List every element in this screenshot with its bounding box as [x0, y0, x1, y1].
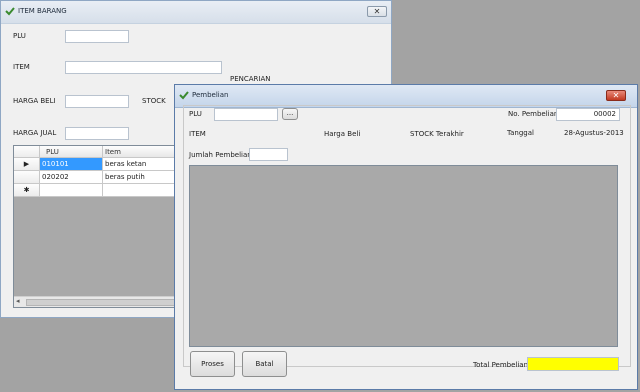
batal-button[interactable]: Batal — [242, 351, 287, 377]
row-header[interactable] — [14, 171, 40, 184]
close-icon[interactable]: ✕ — [367, 6, 387, 17]
tanggal-label: Tanggal — [507, 129, 534, 137]
total-pembelian-field[interactable] — [527, 357, 619, 371]
item-label: ITEM — [189, 130, 206, 138]
app-icon — [179, 91, 189, 100]
plu-label: PLU — [189, 110, 202, 118]
close-icon[interactable]: ✕ — [606, 90, 626, 101]
window-title: ITEM BARANG — [18, 7, 67, 15]
column-header-item[interactable]: Item — [103, 146, 183, 158]
no-pembelian-input[interactable]: 00002 — [556, 108, 620, 121]
scroll-left-icon[interactable]: ◂ — [16, 297, 20, 305]
new-row-indicator[interactable]: ✱ — [14, 184, 40, 197]
total-pembelian-label: Total Pembelian — [473, 361, 529, 369]
jumlah-pembelian-label: Jumlah Pembelian — [189, 151, 252, 159]
app-icon — [5, 7, 15, 16]
plu-label: PLU — [13, 32, 26, 40]
window-title: Pembelian — [192, 91, 229, 99]
pencarian-label: PENCARIAN — [230, 75, 271, 83]
plu-input[interactable] — [214, 108, 278, 121]
horizontal-scrollbar[interactable]: ◂ — [14, 296, 182, 307]
grid-cell-plu[interactable]: 020202 — [40, 171, 103, 184]
scroll-thumb[interactable] — [26, 299, 178, 306]
item-barang-titlebar[interactable]: ITEM BARANG ✕ — [1, 1, 391, 24]
grid-new-cell[interactable] — [40, 184, 103, 197]
stock-terakhir-label: STOCK Terakhir — [410, 130, 464, 138]
grid-cell-item[interactable]: beras putih — [103, 171, 183, 184]
purchase-grid[interactable] — [189, 165, 618, 347]
grid-new-cell[interactable] — [103, 184, 183, 197]
stock-label: STOCK — [142, 97, 166, 105]
jumlah-pembelian-input[interactable] — [249, 148, 288, 161]
column-header-plu[interactable]: PLU — [40, 146, 103, 158]
item-label: ITEM — [13, 63, 30, 71]
proses-button[interactable]: Proses — [190, 351, 235, 377]
browse-button[interactable]: ... — [282, 108, 298, 120]
item-input[interactable] — [65, 61, 222, 74]
harga-beli-input[interactable] — [65, 95, 129, 108]
grid-cell-plu[interactable]: 010101 — [40, 158, 103, 171]
item-grid[interactable]: PLU Item ▶ 010101 beras ketan 020202 ber… — [13, 145, 183, 308]
plu-input[interactable] — [65, 30, 129, 43]
harga-beli-label: Harga Beli — [324, 130, 361, 138]
row-indicator[interactable]: ▶ — [14, 158, 40, 171]
tanggal-value: 28-Agustus-2013 — [564, 129, 624, 137]
no-pembelian-label: No. Pembelian — [508, 110, 559, 118]
harga-beli-label: HARGA BELI — [13, 97, 56, 105]
grid-corner — [14, 146, 40, 158]
grid-cell-item[interactable]: beras ketan — [103, 158, 183, 171]
harga-jual-input[interactable] — [65, 127, 129, 140]
pembelian-window: Pembelian ✕ PLU ... No. Pembelian 00002 … — [174, 84, 638, 390]
harga-jual-label: HARGA JUAL — [13, 129, 57, 137]
